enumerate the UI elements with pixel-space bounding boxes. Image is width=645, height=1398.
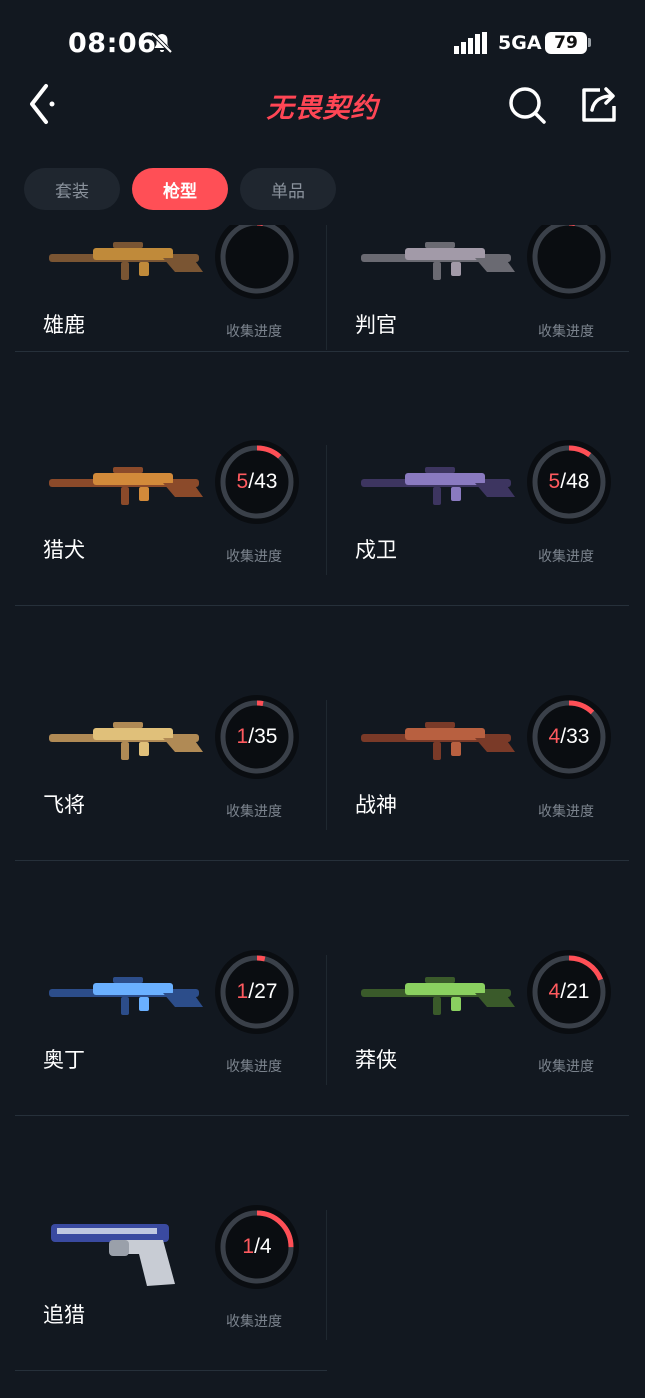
battery-level: 79 <box>554 33 578 53</box>
collection-progress-label: 收集进度 <box>538 324 594 340</box>
status-bar: 08:06 5GA 79 <box>0 0 645 88</box>
rifle-icon <box>361 722 515 760</box>
total-count: /35 <box>248 725 278 748</box>
weapon-name: 戍卫 <box>355 538 397 562</box>
collected-count: 5 <box>548 470 561 493</box>
column-divider <box>326 1210 327 1340</box>
signal-icon <box>454 32 487 54</box>
row-divider <box>15 1115 629 1116</box>
weapon-name: 飞将 <box>43 793 85 817</box>
network-label: 5GA <box>498 32 542 54</box>
tab-outfit[interactable]: 套装 <box>24 168 120 210</box>
app-screen: 08:06 5GA 79 无畏契约 套装 枪型 单品 雄鹿 收集进度 判官 收集… <box>0 0 645 1398</box>
collection-progress-label: 收集进度 <box>538 1059 594 1075</box>
rifle-icon <box>49 467 203 505</box>
total-count: /4 <box>254 1235 272 1258</box>
app-title-logo: 无畏契约 <box>266 93 379 124</box>
collection-progress-label: 收集进度 <box>226 549 282 565</box>
collection-progress-label: 收集进度 <box>538 804 594 820</box>
row-divider <box>15 605 629 606</box>
progress-count: 4/33 <box>527 695 611 779</box>
weapon-card[interactable]: 5/48 戍卫 收集进度 <box>327 400 637 655</box>
weapon-card[interactable]: 1/4 追猎 收集进度 <box>15 1165 325 1398</box>
collection-progress-ring: 5/43 <box>215 440 299 524</box>
tab-single-item[interactable]: 单品 <box>240 168 336 210</box>
collected-count: 4 <box>548 725 561 748</box>
weapon-name: 雄鹿 <box>43 313 85 337</box>
collection-progress-label: 收集进度 <box>226 1059 282 1075</box>
progress-count: 1/27 <box>215 950 299 1034</box>
pistol-icon <box>51 1224 175 1286</box>
rifle-icon <box>361 242 515 280</box>
total-count: /43 <box>248 470 278 493</box>
collection-progress-label: 收集进度 <box>538 549 594 565</box>
progress-count: 1/4 <box>215 1205 299 1289</box>
collection-progress-ring: 4/33 <box>527 695 611 779</box>
total-count: /48 <box>560 470 590 493</box>
weapon-card[interactable]: 1/35 飞将 收集进度 <box>15 655 325 910</box>
collection-progress-label: 收集进度 <box>226 804 282 820</box>
battery-indicator: 79 <box>545 32 587 54</box>
weapon-name: 奥丁 <box>43 1048 85 1072</box>
tab-weapon-type[interactable]: 枪型 <box>132 168 228 210</box>
row-divider <box>15 351 629 352</box>
weapon-name: 猎犬 <box>43 538 85 562</box>
collection-progress-ring <box>527 225 611 299</box>
rifle-icon <box>361 467 515 505</box>
weapon-name: 判官 <box>355 313 397 337</box>
row-divider <box>15 860 629 861</box>
progress-count: 5/43 <box>215 440 299 524</box>
progress-count: 5/48 <box>527 440 611 524</box>
rifle-icon <box>49 977 203 1015</box>
collection-progress-ring: 4/21 <box>527 950 611 1034</box>
search-icon[interactable] <box>507 85 547 125</box>
weapon-name: 战神 <box>355 793 397 817</box>
total-count: /21 <box>560 980 590 1003</box>
weapon-name: 追猎 <box>43 1303 85 1327</box>
weapon-card[interactable]: 4/21 莽侠 收集进度 <box>327 910 637 1165</box>
bell-off-icon <box>151 32 173 54</box>
progress-count: 4/21 <box>527 950 611 1034</box>
rifle-icon <box>361 977 515 1015</box>
collection-progress-ring <box>215 225 299 299</box>
status-time: 08:06 <box>68 28 157 59</box>
collected-count: 4 <box>548 980 561 1003</box>
collected-count: 1 <box>236 980 249 1003</box>
collection-progress-ring: 1/4 <box>215 1205 299 1289</box>
weapon-grid: 雄鹿 收集进度 判官 收集进度 5/43 猎犬 收集进度 5/48 戍卫 收集进度 1/35 飞将 收集… <box>0 225 645 1398</box>
weapon-card[interactable]: 4/33 战神 收集进度 <box>327 655 637 910</box>
collection-progress-ring: 1/35 <box>215 695 299 779</box>
battery-tip <box>588 38 591 47</box>
weapon-card[interactable]: 1/27 奥丁 收集进度 <box>15 910 325 1165</box>
rifle-icon <box>49 242 203 280</box>
share-icon[interactable] <box>580 84 618 124</box>
collection-progress-label: 收集进度 <box>226 1314 282 1330</box>
total-count: /27 <box>248 980 278 1003</box>
weapon-card[interactable]: 5/43 猎犬 收集进度 <box>15 400 325 655</box>
collection-progress-label: 收集进度 <box>226 324 282 340</box>
collection-progress-ring: 1/27 <box>215 950 299 1034</box>
weapon-name: 莽侠 <box>355 1048 397 1072</box>
collected-count: 5 <box>236 470 249 493</box>
collected-count: 1 <box>242 1235 255 1258</box>
rifle-icon <box>49 722 203 760</box>
collection-progress-ring: 5/48 <box>527 440 611 524</box>
total-count: /33 <box>560 725 590 748</box>
collected-count: 1 <box>236 725 249 748</box>
row-divider <box>15 1370 327 1371</box>
progress-count: 1/35 <box>215 695 299 779</box>
